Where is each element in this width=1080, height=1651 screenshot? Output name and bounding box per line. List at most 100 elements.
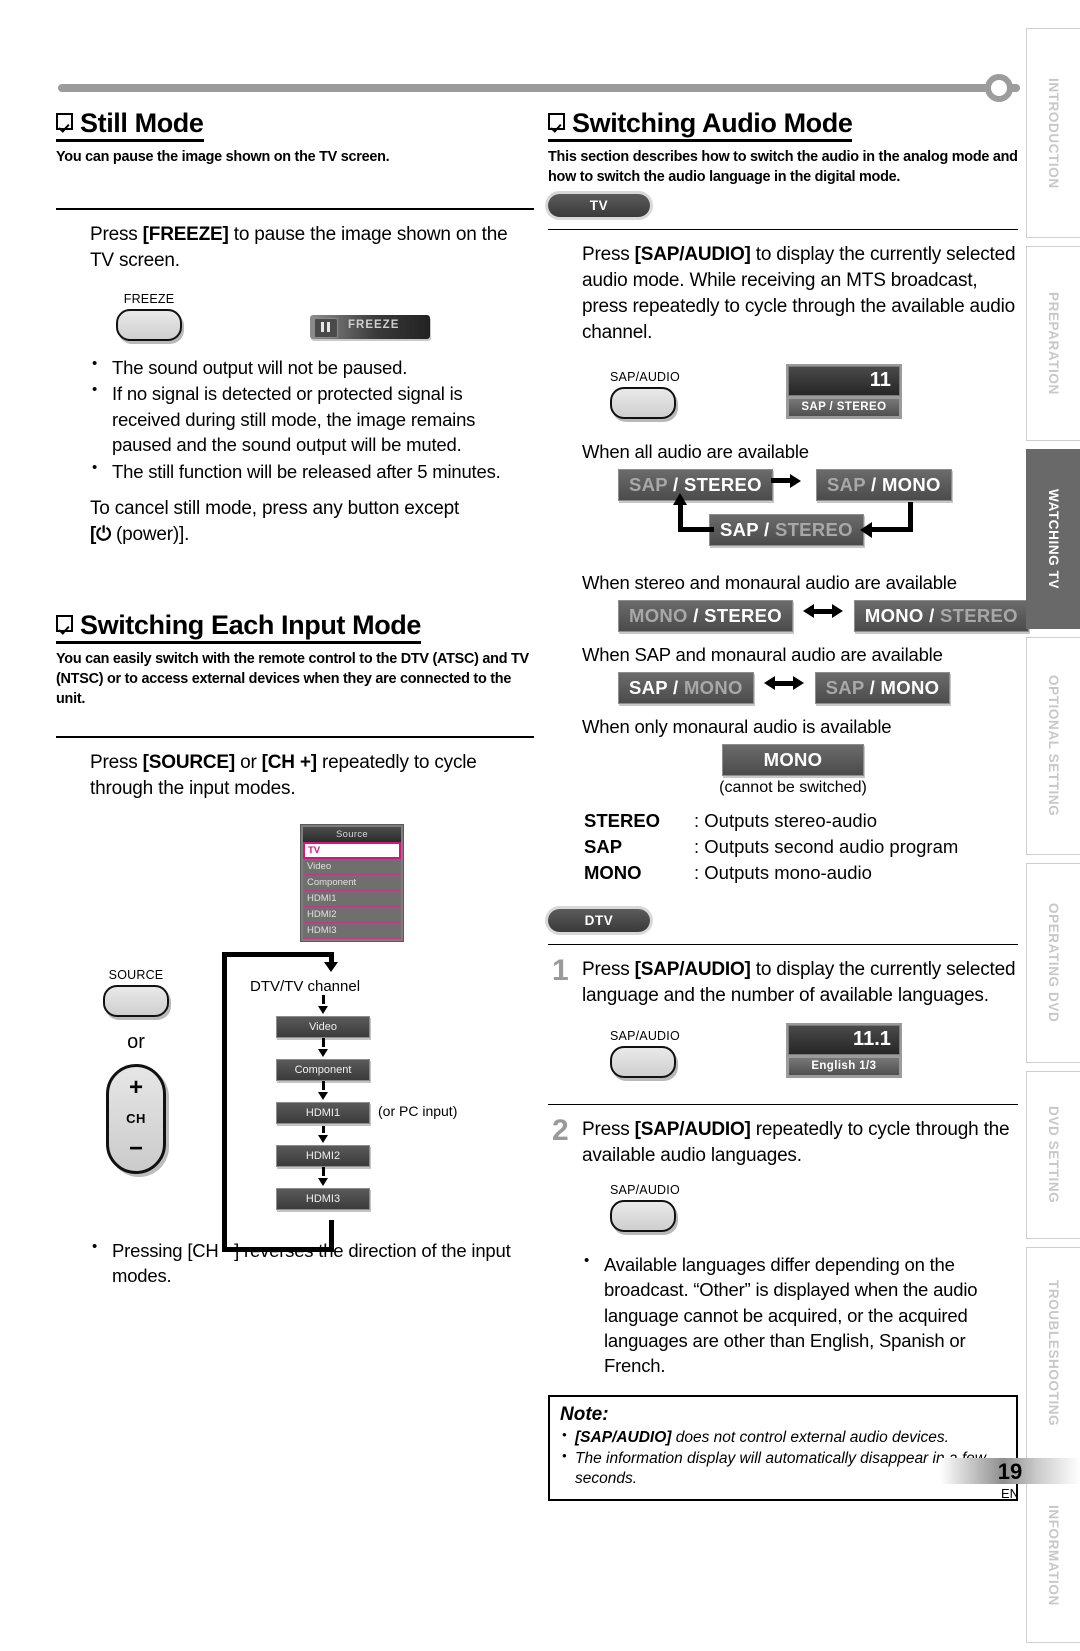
legend-key: SAP [584,836,623,858]
check-box-icon [56,113,73,130]
sap-audio-button-label: SAP/AUDIO [610,370,680,385]
divider [56,735,534,738]
audio-mode-legend: STEREO : Outputs stereo-audio SAP : Outp… [582,807,960,887]
dtv-audio-osd: 11.1 English 1/3 [785,1023,902,1079]
sap-audio-remote-button-step1[interactable]: SAP/AUDIO [610,1029,680,1079]
source-remote-button[interactable]: SOURCE [103,968,169,1017]
sap-audio-button-shape[interactable] [610,1200,676,1233]
still-mode-bullets: The sound output will not be paused. If … [90,354,534,484]
input-mode-instruction: Press [SOURCE] or [CH +] repeatedly to c… [90,751,477,799]
divider [56,208,534,211]
ch-pad[interactable]: + CH − [56,1063,216,1174]
audio-box-mono: MONO [722,744,864,777]
freeze-osd-label: FREEZE [348,319,400,332]
still-mode-section: Still Mode You can pause the image shown… [56,108,534,548]
diagram-sap-mono: SAP / MONO SAP / MONO [618,672,1018,705]
freeze-button-shape[interactable] [116,309,182,342]
input-mode-subtitle: You can easily switch with the remote co… [56,651,529,707]
freeze-osd-indicator: FREEZE [310,315,430,340]
source-menu-title: Source [303,826,401,842]
flow-box-hdmi2: HDMI2 [276,1144,370,1167]
freeze-remote-button[interactable]: FREEZE [116,292,182,342]
sap-audio-remote-button[interactable]: SAP/AUDIO [610,370,680,420]
tab-label: OPERATING DVD [1046,903,1061,1023]
flow-box-hdmi1: HDMI1 [276,1101,370,1124]
source-menu-item-hdmi1[interactable]: HDMI1 [303,890,401,907]
page-number-bar: 19 [940,1458,1080,1484]
osd-channel-number: 11.1 [787,1025,900,1056]
source-osd-menu: Source TV Video Component HDMI1 HDMI2 HD… [300,823,534,942]
source-menu-item-hdmi3[interactable]: HDMI3 [303,922,401,939]
osd-language: English 1/3 [787,1057,900,1077]
source-button-shape[interactable] [103,984,169,1017]
list-item: The still function will be released afte… [90,458,534,484]
still-mode-subtitle: You can pause the image shown on the TV … [56,149,390,166]
sidebar-item-optional-setting[interactable]: OPTIONAL SETTING [1026,637,1080,855]
page-number: 19 [997,1459,1023,1484]
legend-value: : Outputs mono-audio [694,862,872,884]
step-number: 2 [552,1114,569,1148]
sap-audio-remote-button-step2[interactable]: SAP/AUDIO [610,1183,680,1233]
source-menu-item-hdmi2[interactable]: HDMI2 [303,906,401,923]
step-2: 2 Press [SAP/AUDIO] repeatedly to cycle … [552,1114,1018,1169]
ch-label: CH [126,1111,146,1127]
audio-box-sap-mono-a: SAP / MONO [618,672,754,705]
note-item: [SAP/AUDIO] does not control external au… [560,1427,1006,1448]
source-menu-item-video[interactable]: Video [303,858,401,875]
or-label: or [127,1030,145,1053]
divider [548,1104,1018,1106]
source-button-label: SOURCE [108,967,164,982]
mono-only-block: MONO (cannot be switched) [568,744,1018,797]
table-row: STEREO : Outputs stereo-audio [584,809,958,833]
legend-value: : Outputs second audio program [694,836,959,858]
flow-top-label: DTV/TV channel [250,977,361,995]
sap-audio-button-shape[interactable] [610,387,676,420]
audio-box-sap-stereo-alt: SAP / STEREO [709,514,864,547]
sap-audio-button-shape[interactable] [610,1046,676,1079]
osd-channel-number: 11 [787,366,900,397]
page-language: EN [1000,1486,1020,1501]
header-rule [58,84,1020,92]
legend-key: STEREO [584,810,661,832]
ch-minus-button[interactable]: − [129,1136,143,1160]
tab-label: TROUBLESHOOTING [1046,1280,1061,1427]
sidebar-item-watching-tv[interactable]: WATCHING TV [1026,449,1080,629]
table-row: MONO : Outputs mono-audio [584,861,958,885]
audio-box-sap-mono: SAP / MONO [816,469,952,502]
legend-key: MONO [584,862,642,884]
sidebar-item-preparation[interactable]: PREPARATION [1026,246,1080,441]
freeze-button-label: FREEZE [123,292,175,307]
arrow-both-icon [803,604,844,619]
header-pin-icon [985,74,1013,102]
list-item: Pressing [CH −] reverses the direction o… [90,1237,534,1289]
mono-note: (cannot be switched) [719,779,867,797]
flow-box-component: Component [276,1058,370,1081]
tv-audio-instruction: Press [SAP/AUDIO] to display the current… [582,243,1016,344]
osd-audio-mode: SAP / STEREO [787,398,900,418]
audio-mode-subtitle: This section describes how to switch the… [548,149,1018,186]
list-item: The sound output will not be paused. [90,354,534,380]
tab-label: WATCHING TV [1046,488,1061,590]
source-menu-item-tv[interactable]: TV [303,841,401,859]
step-body: Press [SAP/AUDIO] to display the current… [582,959,1016,1007]
sidebar-item-introduction[interactable]: INTRODUCTION [1026,28,1080,238]
input-mode-section: Switching Each Input Mode You can easily… [56,610,534,1289]
input-mode-bullets: Pressing [CH −] reverses the direction o… [90,1237,534,1289]
flow-box-video: Video [276,1015,370,1038]
section-tabs: INTRODUCTION PREPARATION WATCHING TV OPT… [1026,28,1080,1651]
legend-value: : Outputs stereo-audio [694,810,878,832]
left-column: Still Mode You can pause the image shown… [56,108,534,1289]
caption-sap-mono: When SAP and monaural audio are availabl… [582,644,943,666]
source-menu-item-component[interactable]: Component [303,874,401,891]
step2-button-row: SAP/AUDIO [610,1181,1018,1233]
ch-plus-button[interactable]: + [129,1076,143,1100]
sidebar-item-operating-dvd[interactable]: OPERATING DVD [1026,863,1080,1063]
tab-label: PREPARATION [1046,292,1061,395]
audio-mode-bullets: Available languages differ depending on … [582,1251,1018,1379]
step-body: Press [SAP/AUDIO] repeatedly to cycle th… [582,1119,1010,1167]
tab-label: INTRODUCTION [1046,77,1061,189]
sidebar-item-dvd-setting[interactable]: DVD SETTING [1026,1071,1080,1239]
source-flow-row: SOURCE or + CH − DTV/TV channel Video Co… [56,951,534,1252]
right-column: Switching Audio Mode This section descri… [548,108,1029,1502]
sidebar-item-troubleshooting[interactable]: TROUBLESHOOTING [1026,1247,1080,1460]
